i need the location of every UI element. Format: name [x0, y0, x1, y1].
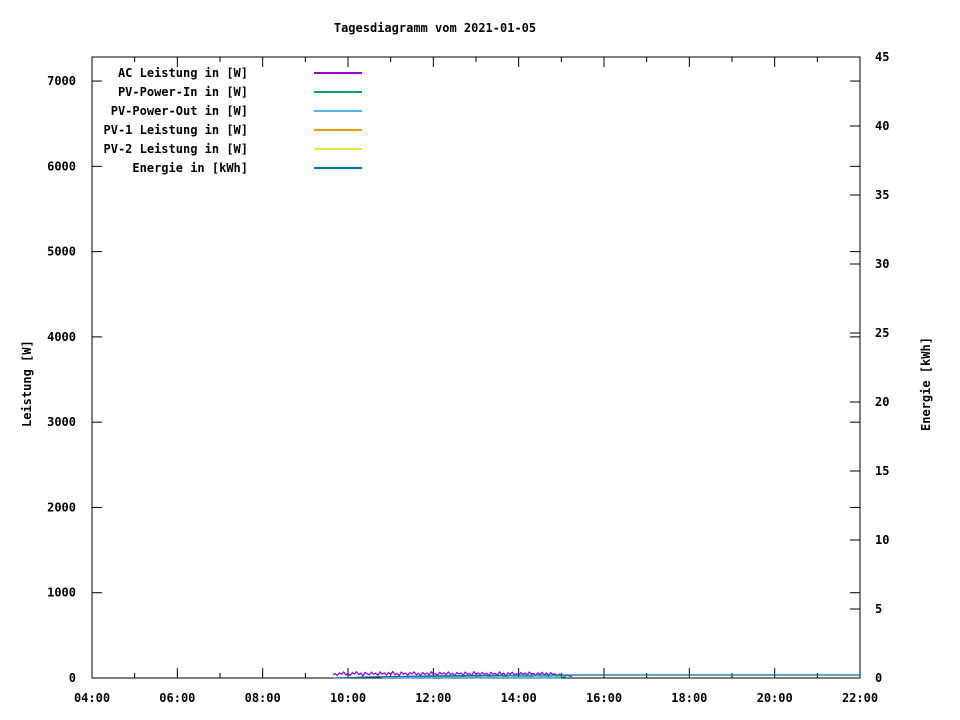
y1-tick-label: 3000 [47, 415, 76, 429]
y1-tick-label: 6000 [47, 159, 76, 173]
x-tick-label: 14:00 [501, 691, 537, 705]
gnuplot-chart-window: Tagesdiagramm vom 2021-01-05 Leistung [W… [0, 0, 960, 720]
y2-tick-label: 25 [875, 326, 889, 340]
y1-tick-label: 7000 [47, 74, 76, 88]
y2-tick-label: 10 [875, 533, 889, 547]
x-tick-label: 04:00 [74, 691, 110, 705]
y2-tick-label: 5 [875, 602, 882, 616]
y2-tick-label: 20 [875, 395, 889, 409]
plot-border [91, 56, 861, 679]
y1-tick-label: 4000 [47, 330, 76, 344]
series-line-2 [382, 676, 562, 679]
x-tick-label: 16:00 [586, 691, 622, 705]
y2-tick-label: 30 [875, 257, 889, 271]
plot-canvas: 04:00 06:00 08:00 10:00 12:00 14:00 16:00 18:00… [47, 50, 889, 705]
x-tick-label: 22:00 [842, 691, 878, 705]
y2-tick-label: 40 [875, 119, 889, 133]
y2-tick-label: 45 [875, 50, 889, 64]
y1-tick-label: 1000 [47, 586, 76, 600]
y2-tick-label: 15 [875, 464, 889, 478]
y1-tick-label: 5000 [47, 245, 76, 259]
y1-tick-label: 2000 [47, 500, 76, 514]
x-tick-label: 08:00 [245, 691, 281, 705]
x-tick-label: 12:00 [415, 691, 451, 705]
x-tick-label: 18:00 [671, 691, 707, 705]
y2-tick-label: 35 [875, 188, 889, 202]
y2-tick-label: 0 [875, 671, 882, 685]
x-tick-label: 06:00 [159, 691, 195, 705]
x-tick-label: 20:00 [757, 691, 793, 705]
x-tick-label: 10:00 [330, 691, 366, 705]
y1-tick-label: 0 [69, 671, 76, 685]
